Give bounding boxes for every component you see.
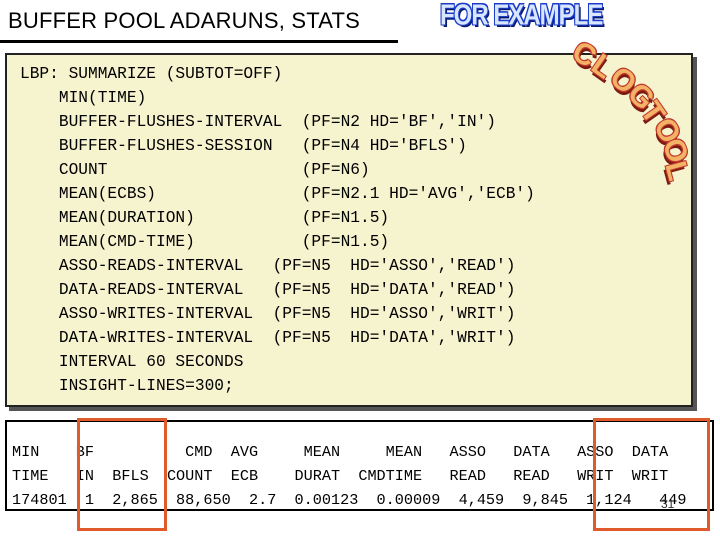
slide-title: BUFFER POOL ADARUNS, STATS <box>8 8 360 33</box>
code-line: INSIGHT-LINES=300; <box>20 377 234 395</box>
highlight-writ-columns <box>593 418 710 531</box>
code-line: ASSO-READS-INTERVAL (PF=N5 HD='ASSO','RE… <box>20 257 516 275</box>
page-number: 31 <box>661 497 675 511</box>
title-underline <box>0 40 398 43</box>
code-line: MIN(TIME) <box>20 89 147 107</box>
code-line: INTERVAL 60 SECONDS <box>20 353 244 371</box>
clog-tool-wordart: C L O G T O O L <box>565 35 695 184</box>
code-line: DATA-READS-INTERVAL (PF=N5 HD='DATA','RE… <box>20 281 516 299</box>
code-line: DATA-WRITES-INTERVAL (PF=N5 HD='DATA','W… <box>20 329 516 347</box>
code-line: COUNT (PF=N6) <box>20 161 370 179</box>
code-line: MEAN(CMD-TIME) (PF=N1.5) <box>20 233 390 251</box>
code-line: MEAN(DURATION) (PF=N1.5) <box>20 209 390 227</box>
code-line: BUFFER-FLUSHES-INTERVAL (PF=N2 HD='BF','… <box>20 113 496 131</box>
highlight-bf-columns <box>77 418 167 531</box>
code-line: ASSO-WRITES-INTERVAL (PF=N5 HD='ASSO','W… <box>20 305 516 323</box>
code-line: MEAN(ECBS) (PF=N2.1 HD='AVG','ECB') <box>20 185 535 203</box>
code-line: LBP: SUMMARIZE (SUBTOT=OFF) <box>20 65 283 83</box>
code-block: LBP: SUMMARIZE (SUBTOT=OFF) MIN(TIME) BU… <box>20 62 535 398</box>
code-line: BUFFER-FLUSHES-SESSION (PF=N4 HD='BFLS') <box>20 137 467 155</box>
for-example-wordart: FOR EXAMPLE <box>440 0 603 32</box>
